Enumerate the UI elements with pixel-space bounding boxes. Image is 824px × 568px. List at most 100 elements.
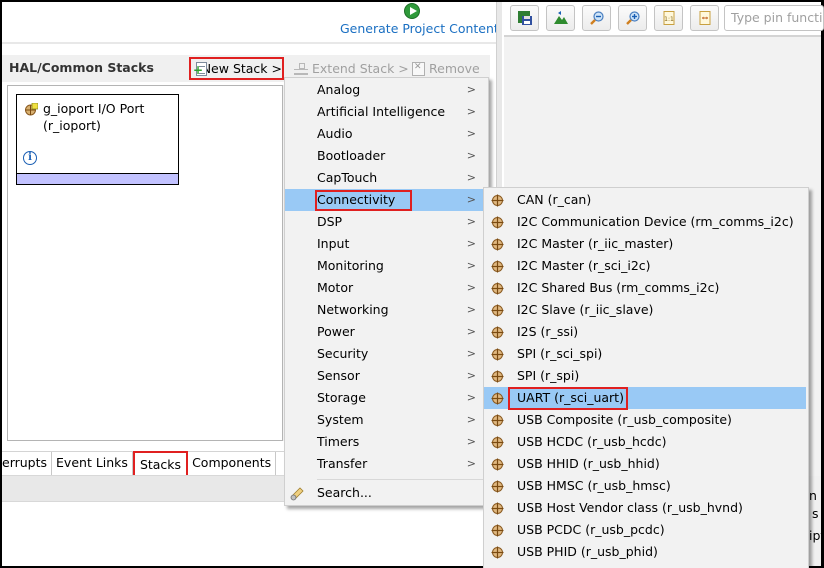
clipped-text-2: s <box>812 506 819 521</box>
submenu-item-spi-r-sci-spi[interactable]: SPI (r_sci_spi) <box>484 343 806 365</box>
submenu-item-label: I2C Shared Bus (rm_comms_i2c) <box>517 280 720 295</box>
menu-item-label: System <box>317 412 364 427</box>
submenu-item-label: I2C Master (r_iic_master) <box>517 236 674 251</box>
component-icon <box>491 216 504 229</box>
submenu-item-usb-phid-r-usb-phid[interactable]: USB PHID (r_usb_phid) <box>484 541 806 563</box>
stack-card-ioport[interactable]: g_ioport I/O Port (r_ioport) i <box>16 94 179 185</box>
stack-card-bar <box>17 173 178 184</box>
submenu-item-i2c-communication-device-rm-comms-i2c[interactable]: I2C Communication Device (rm_comms_i2c) <box>484 211 806 233</box>
menu-item-label: Motor <box>317 280 354 295</box>
submenu-item-label: I2C Slave (r_iic_slave) <box>517 302 654 317</box>
submenu-item-label: USB PHID (r_usb_phid) <box>517 544 658 559</box>
menu-item-label: Sensor <box>317 368 360 383</box>
submenu-item-usb-composite-r-usb-composite[interactable]: USB Composite (r_usb_composite) <box>484 409 806 431</box>
submenu-item-i2c-shared-bus-rm-comms-i2c[interactable]: I2C Shared Bus (rm_comms_i2c) <box>484 277 806 299</box>
component-icon <box>491 194 504 207</box>
menu-item-input[interactable]: Input > <box>285 233 488 255</box>
menu-item-artificial-intelligence[interactable]: Artificial Intelligence > <box>285 101 488 123</box>
component-icon <box>491 414 504 427</box>
run-icon[interactable] <box>404 3 420 19</box>
module-icon <box>25 103 38 116</box>
submenu-item-label: USB HHID (r_usb_hhid) <box>517 456 660 471</box>
menu-item-transfer[interactable]: Transfer > <box>285 453 488 475</box>
submenu-item-i2s-r-ssi[interactable]: I2S (r_ssi) <box>484 321 806 343</box>
zoom-in-button[interactable] <box>618 5 647 31</box>
new-stack-menu: Analog > Artificial Intelligence > Audio > Boo… <box>284 77 489 506</box>
submenu-item-usb-hmsc-r-usb-hmsc[interactable]: USB HMSC (r_usb_hmsc) <box>484 475 806 497</box>
menu-item-audio[interactable]: Audio > <box>285 123 488 145</box>
menu-item-search[interactable]: Search... <box>285 482 488 504</box>
submenu-item-label: USB Composite (r_usb_composite) <box>517 412 732 427</box>
menu-item-label: DSP <box>317 214 343 229</box>
generate-project-content-link[interactable]: Generate Project Content <box>340 21 499 36</box>
annotation-highlight-box <box>315 190 412 211</box>
info-icon[interactable]: i <box>23 151 37 165</box>
menu-item-captouch[interactable]: CapTouch > <box>285 167 488 189</box>
chevron-right-icon: > <box>466 457 476 470</box>
submenu-item-uart-r-sci-uart[interactable]: UART (r_sci_uart) <box>484 387 806 410</box>
clipped-text-1: n C <box>809 488 824 503</box>
submenu-item-can-r-can[interactable]: CAN (r_can) <box>484 189 806 211</box>
stacks-canvas[interactable]: g_ioport I/O Port (r_ioport) i <box>7 85 283 441</box>
export-button[interactable] <box>546 5 575 31</box>
divider <box>2 42 496 44</box>
menu-item-dsp[interactable]: DSP > <box>285 211 488 233</box>
menu-item-label: Audio <box>317 126 353 141</box>
tab-interrupts[interactable]: errupts <box>2 452 53 475</box>
submenu-item-i2c-master-r-sci-i2c[interactable]: I2C Master (r_sci_i2c) <box>484 255 806 277</box>
menu-item-label: Transfer <box>317 456 368 471</box>
menu-item-sensor[interactable]: Sensor > <box>285 365 488 387</box>
menu-item-label: Timers <box>317 434 360 449</box>
submenu-item-i2c-master-r-iic-master[interactable]: I2C Master (r_iic_master) <box>484 233 806 255</box>
component-icon <box>491 480 504 493</box>
menu-item-motor[interactable]: Motor > <box>285 277 488 299</box>
menu-item-networking[interactable]: Networking > <box>285 299 488 321</box>
menu-item-label: Artificial Intelligence <box>317 104 446 119</box>
submenu-item-label: I2C Master (r_sci_i2c) <box>517 258 651 273</box>
editor-top-area: Generate Project Content <box>2 2 499 42</box>
menu-item-storage[interactable]: Storage > <box>285 387 488 409</box>
submenu-item-usb-hhid-r-usb-hhid[interactable]: USB HHID (r_usb_hhid) <box>484 453 806 475</box>
actual-size-button[interactable]: 1:1 <box>654 5 683 31</box>
chevron-right-icon: > <box>466 413 476 426</box>
menu-item-system[interactable]: System > <box>285 409 488 431</box>
tab-event-links[interactable]: Event Links <box>52 452 133 475</box>
pin-function-search-input[interactable]: Type pin functio <box>724 5 824 31</box>
submenu-item-i2c-slave-r-iic-slave[interactable]: I2C Slave (r_iic_slave) <box>484 299 806 321</box>
menu-item-security[interactable]: Security > <box>285 343 488 365</box>
fit-width-button[interactable] <box>690 5 719 31</box>
chevron-right-icon: > <box>466 105 476 118</box>
chevron-right-icon: > <box>466 303 476 316</box>
submenu-item-usb-host-vendor-class-r-usb-hvnd[interactable]: USB Host Vendor class (r_usb_hvnd) <box>484 497 806 519</box>
component-icon <box>491 260 504 273</box>
component-icon <box>491 458 504 471</box>
chevron-right-icon: > <box>466 83 476 96</box>
new-stack-icon: + <box>193 61 207 76</box>
chevron-right-icon: > <box>466 435 476 448</box>
menu-item-connectivity[interactable]: Connectivity > <box>285 189 488 211</box>
chevron-right-icon: > <box>466 259 476 272</box>
menu-item-bootloader[interactable]: Bootloader > <box>285 145 488 167</box>
export-icon <box>554 11 568 24</box>
menu-item-label: Networking <box>317 302 389 317</box>
chevron-right-icon: > <box>466 281 476 294</box>
new-stack-button[interactable]: + New Stack > <box>189 57 284 80</box>
menu-item-timers[interactable]: Timers > <box>285 431 488 453</box>
menu-item-analog[interactable]: Analog > <box>285 79 488 101</box>
submenu-item-usb-pcdc-r-usb-pcdc[interactable]: USB PCDC (r_usb_pcdc) <box>484 519 806 541</box>
tab-components[interactable]: Components <box>188 452 277 475</box>
annotation-highlight-box <box>508 387 628 410</box>
svg-text:1:1: 1:1 <box>664 16 674 23</box>
submenu-item-usb-hcdc-r-usb-hcdc[interactable]: USB HCDC (r_usb_hcdc) <box>484 431 806 453</box>
submenu-item-spi-r-spi[interactable]: SPI (r_spi) <box>484 365 806 387</box>
menu-item-monitoring[interactable]: Monitoring > <box>285 255 488 277</box>
clipped-text-3: ipt <box>809 528 824 543</box>
component-icon <box>491 524 504 537</box>
menu-item-label: Input <box>317 236 350 251</box>
zoom-out-button[interactable] <box>582 5 611 31</box>
menu-item-power[interactable]: Power > <box>285 321 488 343</box>
component-icon <box>491 304 504 317</box>
save-pin-config-button[interactable] <box>510 5 539 31</box>
chevron-right-icon: > <box>466 347 476 360</box>
connectivity-submenu: CAN (r_can) I2C Communication Device (rm_… <box>483 187 809 568</box>
